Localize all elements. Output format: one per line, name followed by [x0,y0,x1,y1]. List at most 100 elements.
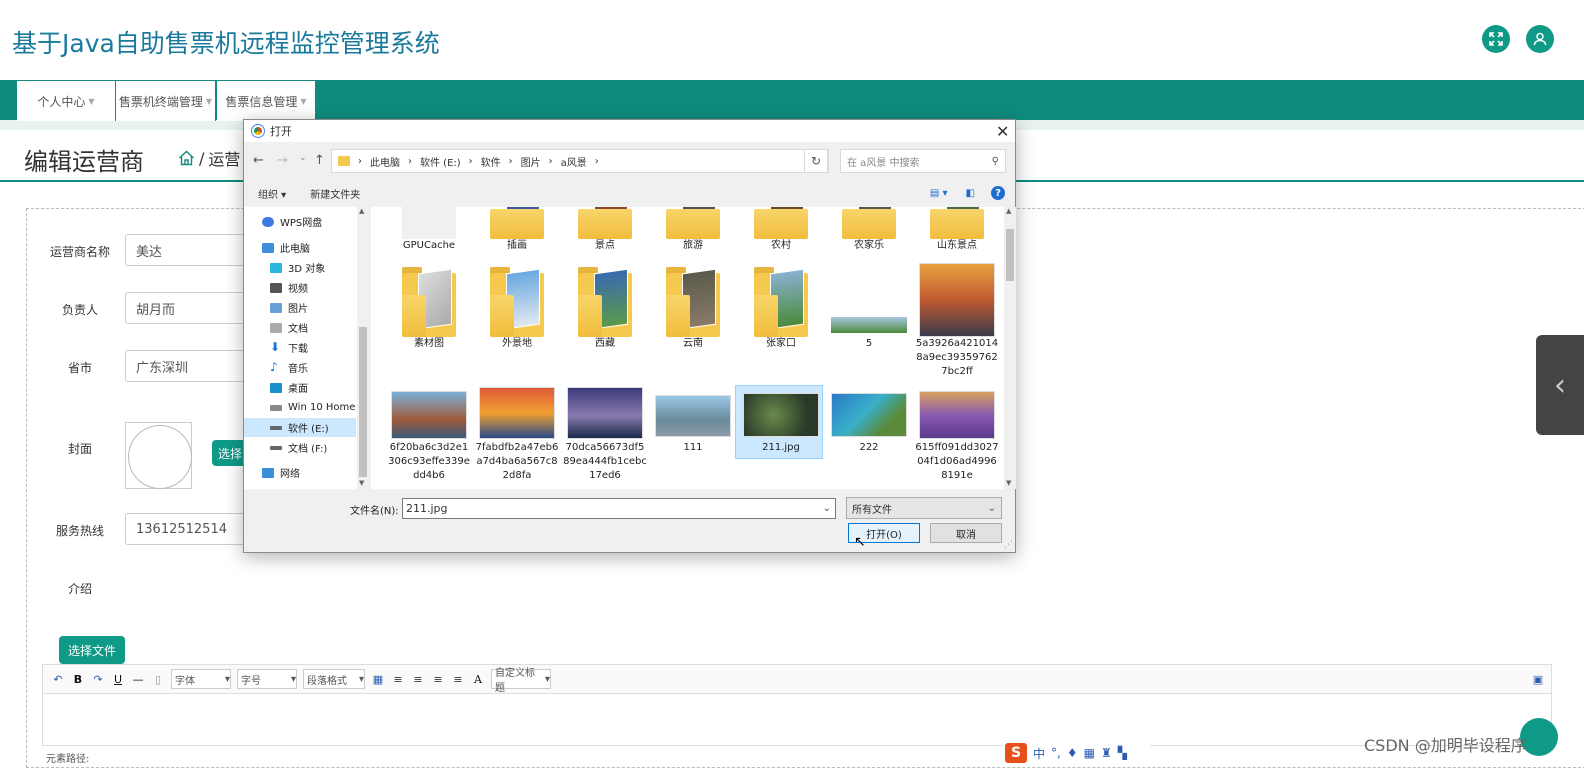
tree-item-network[interactable]: 网络 [262,463,300,482]
help-icon[interactable]: ? [991,186,1005,200]
keyboard-icon[interactable]: ▦ [1084,746,1095,760]
folder-item[interactable]: 张家口 [739,267,823,351]
ime-mode[interactable]: 中 [1033,745,1045,762]
province-input[interactable]: 广东深圳 [125,350,255,382]
file-scrollbar[interactable]: ▲ ▼ [1004,207,1016,489]
preview-pane-icon[interactable]: ◧ [966,188,975,199]
choose-file-button[interactable]: 选择文件 [59,636,125,664]
font-color-button[interactable]: A [471,673,485,686]
align-right-icon[interactable]: ≡ [411,673,425,686]
forward-icon[interactable]: → [277,153,288,168]
skin-icon[interactable]: ♜ [1101,746,1112,760]
filename-input[interactable]: 211.jpg ⌄ [402,498,836,519]
back-icon[interactable]: ← [253,153,264,168]
align-left-icon[interactable]: ≡ [391,673,405,686]
breadcrumb-software[interactable]: 软件 [481,154,501,169]
close-icon[interactable]: ✕ [996,122,1009,141]
file-scroll-thumb[interactable] [1006,229,1014,281]
scroll-down-icon[interactable]: ▼ [359,479,364,487]
resize-grip-icon[interactable]: ⋰ [1004,540,1013,550]
folder-item[interactable]: 农村 [739,207,823,253]
file-type-select[interactable]: 所有文件 ⌄ [846,497,1002,519]
tree-item-pictures[interactable]: 图片 [270,298,308,317]
image-item[interactable]: 615ff091dd302704f1d06ad49968191e [915,391,999,483]
folder-item[interactable]: 素材图 [387,267,471,351]
image-item[interactable]: 6f20ba6c3d2e1306c93effe339edd4b6 [387,391,471,483]
image-item[interactable]: 7fabdfb2a47eb6a7d4ba6a567c82d8fa [475,387,559,483]
tree-item-3d-objects[interactable]: 3D 对象 [270,258,325,277]
editor-content[interactable] [42,694,1552,746]
fullscreen-button[interactable] [1482,25,1510,53]
tree-item-videos[interactable]: 视频 [270,278,308,297]
align-center-icon[interactable]: ≡ [431,673,445,686]
folder-item[interactable]: 插画 [475,207,559,253]
chevron-down-icon[interactable]: ⌄ [823,503,831,514]
tree-item-win10-home[interactable]: Win 10 Home [270,398,355,417]
custom-title-select[interactable]: 自定义标题 ▾ [491,668,551,694]
nav-scrollbar[interactable]: ▲ ▼ [357,207,369,489]
breadcrumb-drive-e[interactable]: 软件 (E:) [420,154,461,169]
undo-icon[interactable]: ↶ [51,673,65,686]
image-item-selected[interactable]: 211.jpg [739,393,823,455]
image-item[interactable]: 5a3926a4210148a9ec393597627bc2ff [915,263,999,379]
refresh-button[interactable]: ↻ [804,149,828,173]
document-icon[interactable]: ▯ [151,673,165,686]
bold-button[interactable]: B [71,673,85,686]
toolbox-icon[interactable]: ▚ [1118,746,1127,760]
new-folder-button[interactable]: 新建文件夹 [310,186,360,201]
user-button[interactable] [1526,25,1554,53]
folder-item[interactable]: 云南 [651,267,735,351]
folder-item[interactable]: GPUCache [387,207,471,253]
image-item[interactable]: 222 [827,393,911,455]
search-input[interactable]: 在 a风景 中搜索 ⚲ [840,149,1006,173]
side-panel-toggle[interactable]: ‹ [1536,335,1584,435]
paragraph-select[interactable]: 段落格式 ▾ [303,669,365,689]
microphone-icon[interactable]: ♦ [1067,746,1078,760]
nav-item-terminal-management[interactable]: 售票机终端管理 ▼ [116,81,216,121]
breadcrumb-current[interactable]: 运营 [208,146,240,170]
nav-item-ticket-management[interactable]: 售票信息管理 ▼ [217,81,316,121]
tree-item-this-pc[interactable]: 此电脑 [262,238,310,257]
nav-item-personal-center[interactable]: 个人中心 ▼ [17,81,116,121]
scroll-down-icon[interactable]: ▼ [1006,479,1011,487]
folder-item[interactable]: 农家乐 [827,207,911,253]
font-size-select[interactable]: 字号 ▾ [237,669,297,689]
breadcrumb-this-pc[interactable]: 此电脑 [370,154,400,169]
nav-scroll-thumb[interactable] [359,327,367,477]
redo-icon[interactable]: ↷ [91,673,105,686]
align-justify-icon[interactable]: ≡ [451,673,465,686]
font-select[interactable]: 字体 ▾ [171,669,231,689]
tree-item-wps-cloud[interactable]: WPS网盘 [262,212,322,231]
tree-item-music[interactable]: ♪ 音乐 [270,358,308,377]
view-menu-icon[interactable]: ▤ ▾ [930,188,948,199]
tree-item-drive-f[interactable]: 文档 (F:) [270,438,327,457]
organize-menu[interactable]: 组织 ▾ [258,186,286,201]
scroll-up-icon[interactable]: ▲ [1006,207,1011,215]
cancel-button[interactable]: 取消 [930,523,1002,543]
sogou-logo-icon[interactable]: S [1005,743,1027,763]
address-bar[interactable]: › 此电脑› 软件 (E:)› 软件› 图片› a风景› ⌄ [331,149,829,173]
folder-item[interactable]: 西藏 [563,267,647,351]
recent-dropdown-icon[interactable]: ⌄ [299,153,307,163]
image-item[interactable]: 70dca56673df589ea444fb1cebc17ed6 [563,387,647,483]
underline-button[interactable]: U [111,673,125,686]
folder-item[interactable]: 外景地 [475,267,559,351]
breadcrumb-pictures[interactable]: 图片 [521,154,541,169]
image-item[interactable]: 5 [827,267,911,351]
image-item[interactable]: 111 [651,395,735,455]
table-icon[interactable]: ▦ [371,673,385,686]
tree-item-desktop[interactable]: 桌面 [270,378,308,397]
folder-item[interactable]: 山东景点 [915,207,999,253]
scroll-up-icon[interactable]: ▲ [359,207,364,215]
tree-item-documents[interactable]: 文档 [270,318,308,337]
home-icon[interactable] [178,150,195,166]
folder-item[interactable]: 旅游 [651,207,735,253]
tree-item-downloads[interactable]: ⬇ 下载 [270,338,308,357]
punctuation-icon[interactable]: °, [1051,746,1061,760]
up-icon[interactable]: ↑ [314,153,325,168]
hotline-input[interactable]: 13612512514 [125,513,255,545]
breadcrumb-scenery[interactable]: a风景 [561,154,587,169]
operator-name-input[interactable]: 美达 [125,234,255,266]
tree-item-drive-e[interactable]: 软件 (E:) [270,418,329,437]
horizontal-rule-icon[interactable]: — [131,673,145,686]
